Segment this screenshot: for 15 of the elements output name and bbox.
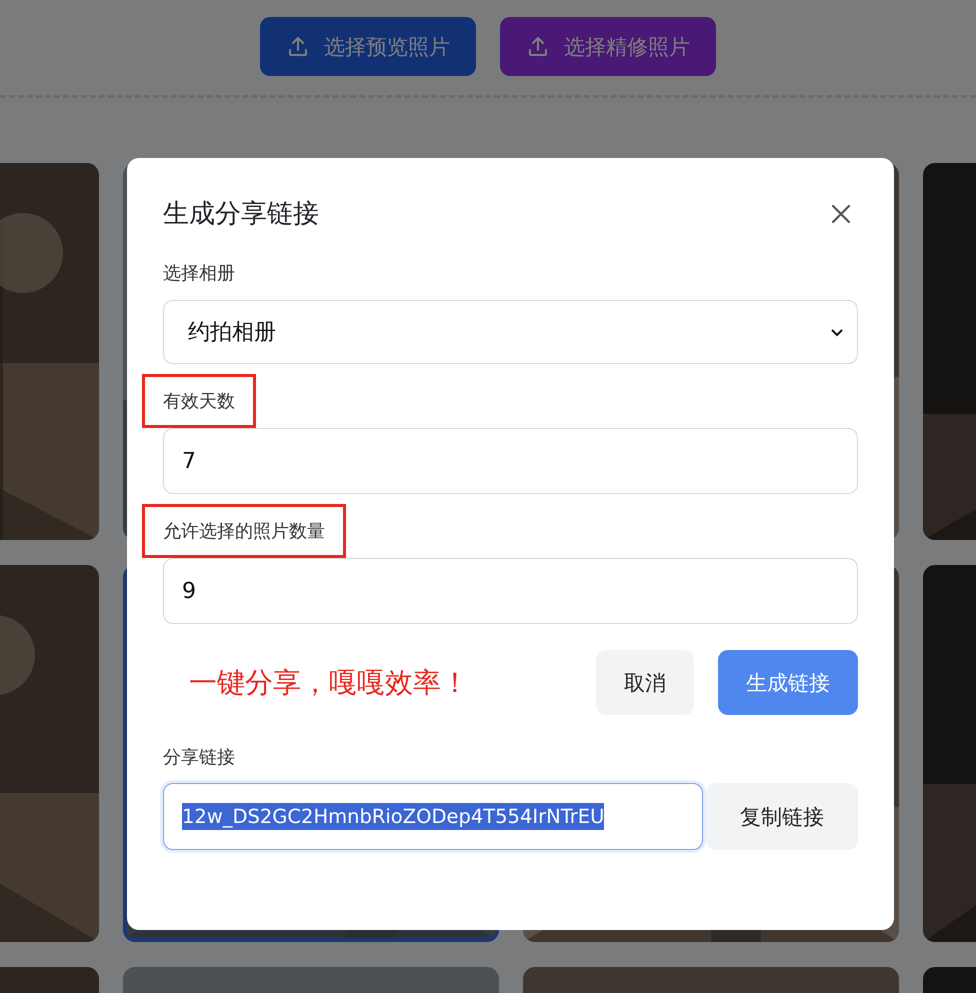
copy-button[interactable]: 复制链接 xyxy=(706,783,858,850)
album-select[interactable]: 约拍相册 xyxy=(163,300,858,364)
field-label: 有效天数 xyxy=(142,374,256,428)
number-input[interactable]: 9 xyxy=(163,558,858,624)
dialog-title: 生成分享链接 xyxy=(163,198,319,231)
close-icon xyxy=(830,203,852,225)
link-field[interactable]: 12w_DS2GC2HmnbRioZODep4T554IrNTrEU xyxy=(163,783,703,850)
field-label: 允许选择的照片数量 xyxy=(142,504,346,558)
annotation-text: 一键分享，嘎嘎效率！ xyxy=(188,664,470,700)
share-link-label: 分享链接 xyxy=(163,746,236,769)
number-input[interactable]: 7 xyxy=(163,428,858,494)
upload-icon xyxy=(526,34,550,58)
field-label: 选择相册 xyxy=(162,262,236,286)
upload-icon xyxy=(286,34,310,58)
cancel-button[interactable]: 取消 xyxy=(596,650,694,715)
